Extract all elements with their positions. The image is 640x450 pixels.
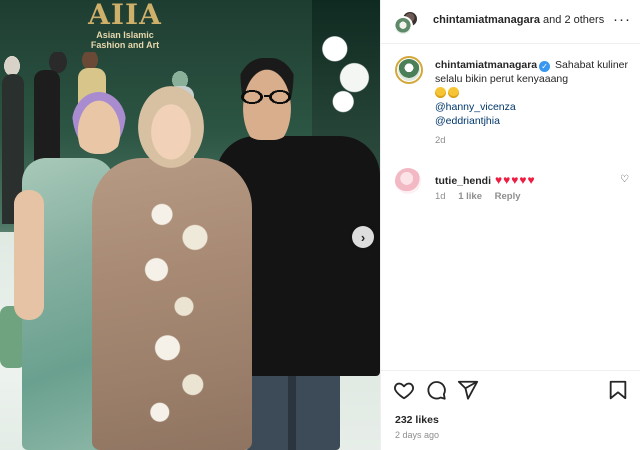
likes-count[interactable]: 232 likes <box>395 414 439 426</box>
post-actions: 232 likes 2 days ago <box>381 370 640 450</box>
comment-heart-icon[interactable]: ♡ <box>620 174 629 185</box>
red-hearts-emoji-icon: ♥♥♥♥♥ <box>495 173 536 187</box>
woman-center-head <box>138 86 204 168</box>
post-header: chintamiatmanagara and 2 others ··· <box>381 0 640 44</box>
logo-mark: AIIA <box>88 0 162 31</box>
comment-likes-count[interactable]: 1 like <box>458 191 482 202</box>
post-side-panel: chintamiatmanagara and 2 others ··· chin… <box>380 0 640 450</box>
chevron-right-icon: › <box>360 229 366 245</box>
share-icon[interactable] <box>457 379 479 401</box>
woman-left-head <box>72 92 126 154</box>
event-logo: AIIA Asian Islamic Fashion and Art <box>80 0 170 50</box>
comment-meta: 1d 1 like Reply <box>435 191 531 202</box>
flower-decoration <box>318 20 374 116</box>
verified-badge-icon: ✓ <box>539 61 551 72</box>
caption-username[interactable]: chintamiatmanagara <box>435 59 537 71</box>
save-icon[interactable] <box>607 379 629 401</box>
avatar <box>393 16 413 36</box>
mention-link[interactable]: @hanny_vicenza <box>435 100 635 114</box>
caption-time: 2d <box>435 135 446 146</box>
avatar[interactable] <box>395 168 421 194</box>
logo-line-1: Asian Islamic <box>96 30 154 40</box>
reply-button[interactable]: Reply <box>495 191 521 202</box>
comment-time: 1d <box>435 191 446 202</box>
next-photo-button[interactable]: › <box>352 226 374 248</box>
avatar[interactable] <box>395 56 423 84</box>
comment-text: tutie_hendi ♥♥♥♥♥ <box>435 173 536 187</box>
dress-floral-pattern <box>118 196 228 426</box>
woman-left-arm <box>14 190 44 320</box>
heart-icon[interactable] <box>393 379 415 401</box>
post-timestamp: 2 days ago <box>395 430 440 440</box>
comment-username[interactable]: tutie_hendi <box>435 175 491 187</box>
comment-icon[interactable] <box>425 379 447 401</box>
collab-avatars[interactable] <box>393 10 421 36</box>
man-right-glasses <box>238 90 294 104</box>
others-label[interactable]: and 2 others <box>540 14 604 26</box>
ellipsis-icon[interactable]: ··· <box>613 12 631 27</box>
post-photo[interactable]: AIIA Asian Islamic Fashion and Art › <box>0 0 380 450</box>
grinning-emoji-icon <box>448 87 459 98</box>
mention-link[interactable]: @eddriantjhia <box>435 114 635 128</box>
post-authors[interactable]: chintamiatmanagara and 2 others <box>433 14 604 26</box>
logo-line-2: Fashion and Art <box>90 40 160 50</box>
author-username[interactable]: chintamiatmanagara <box>433 14 540 26</box>
grinning-emoji-icon <box>435 87 446 98</box>
caption-body: chintamiatmanagara ✓ Sahabat kuliner sela… <box>435 58 635 148</box>
